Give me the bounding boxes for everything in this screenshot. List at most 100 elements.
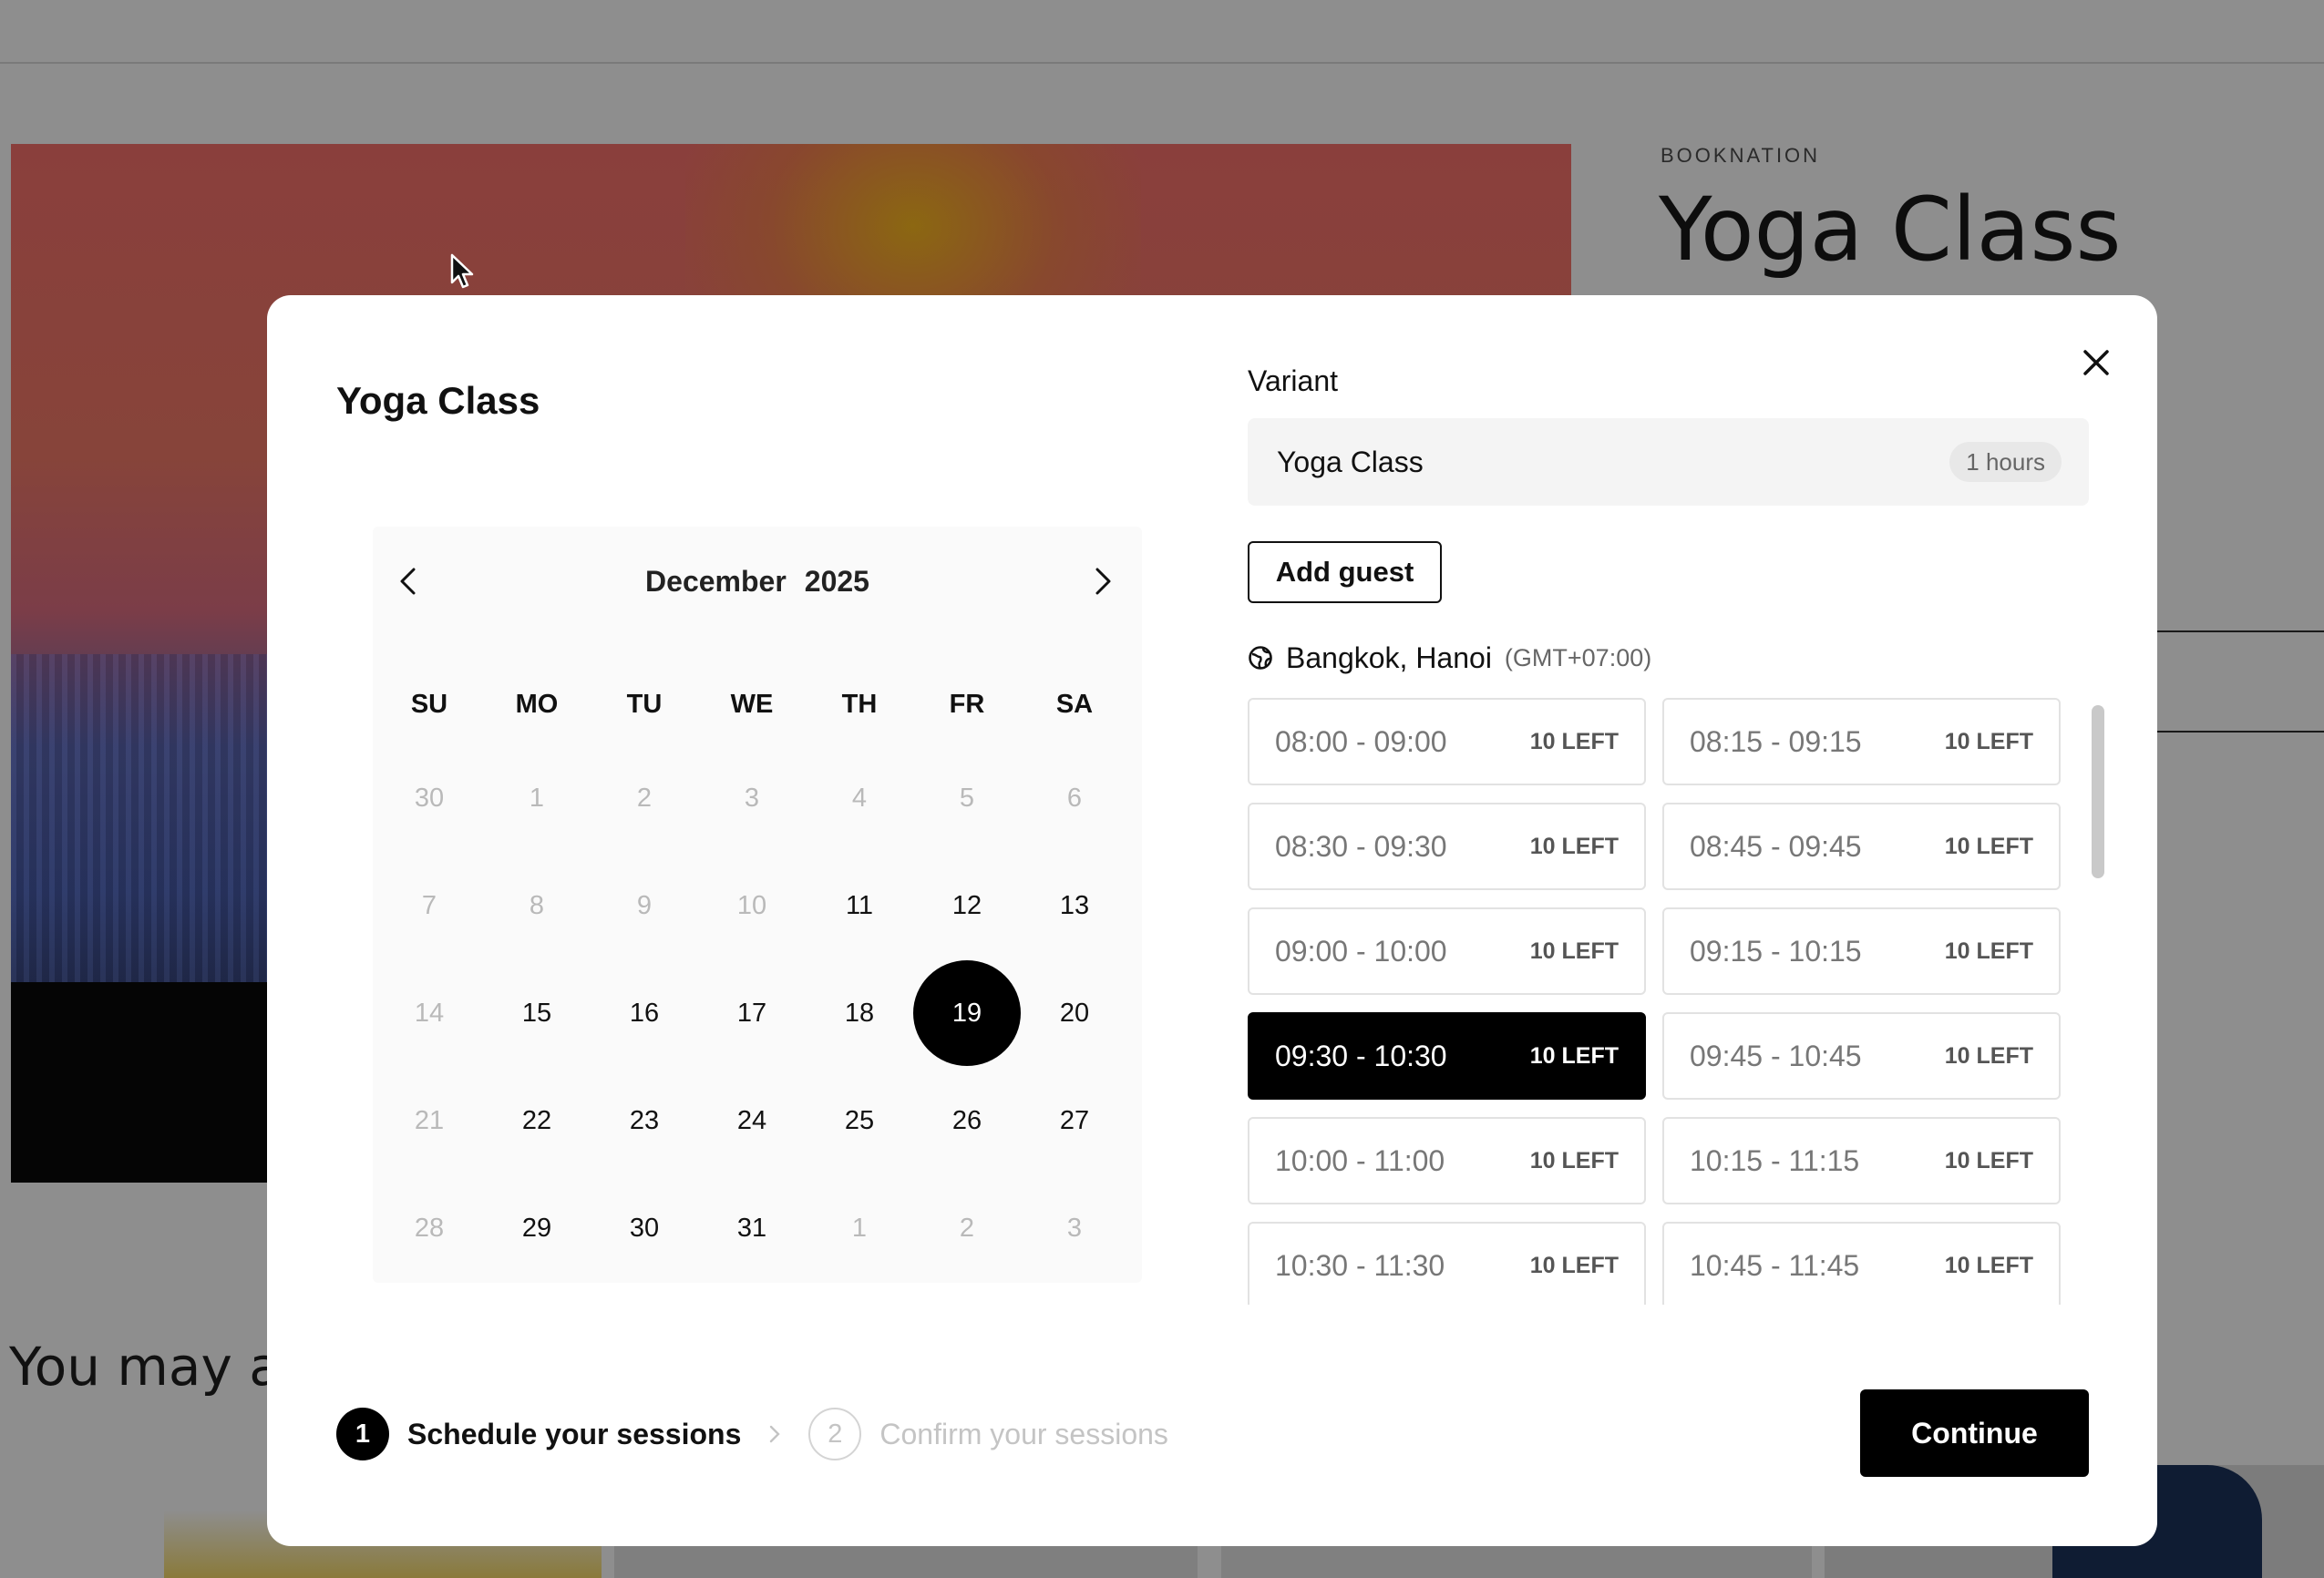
step-label-confirm: Confirm your sessions — [879, 1417, 1168, 1450]
calendar-day[interactable]: 30 — [591, 1175, 698, 1281]
calendar-day[interactable]: 26 — [913, 1068, 1021, 1173]
calendar-day-number: 18 — [844, 998, 875, 1028]
calendar-day: 21 — [375, 1068, 483, 1173]
time-slot-list[interactable]: 08:00 - 09:00 10 LEFT 08:15 - 09:15 10 LEFT… — [1248, 698, 2104, 1305]
calendar-day-number: 14 — [414, 998, 445, 1028]
calendar-day-number: 9 — [636, 890, 653, 920]
time-slot[interactable]: 09:15 - 10:15 10 LEFT — [1662, 907, 2061, 995]
slot-availability: 10 LEFT — [1944, 938, 2033, 964]
step-number: 2 — [808, 1408, 862, 1460]
calendar-day[interactable]: 29 — [483, 1175, 591, 1281]
calendar-day-number: 11 — [845, 890, 874, 920]
calendar-day-number: 30 — [414, 783, 445, 813]
calendar-day: 5 — [913, 745, 1021, 851]
calendar-day[interactable]: 20 — [1021, 960, 1128, 1066]
weekday-header: SU MO TU WE TH FR SA — [373, 681, 1142, 727]
calendar-year: 2025 — [804, 565, 869, 598]
time-slot[interactable]: 09:45 - 10:45 10 LEFT — [1662, 1012, 2061, 1100]
calendar-day-number: 20 — [1059, 998, 1090, 1028]
calendar-day-number: 7 — [421, 890, 437, 920]
calendar-day: 1 — [483, 745, 591, 851]
weekday-label: TH — [841, 690, 878, 719]
slot-time: 08:15 - 09:15 — [1690, 725, 1862, 758]
calendar-month: December — [645, 565, 787, 598]
variant-label: Variant — [1248, 364, 1339, 397]
time-slot-scrollbar[interactable] — [2090, 698, 2106, 1305]
calendar-day[interactable]: 31 — [698, 1175, 806, 1281]
calendar-day-number: 3 — [1066, 1213, 1083, 1243]
calendar-day-number: 24 — [736, 1105, 767, 1135]
calendar-day: 10 — [698, 853, 806, 958]
slot-time: 08:00 - 09:00 — [1275, 725, 1447, 758]
calendar-day[interactable]: 12 — [913, 853, 1021, 958]
weekday-label: MO — [515, 690, 559, 719]
calendar-day: 6 — [1021, 745, 1128, 851]
calendar-day[interactable]: 25 — [806, 1068, 913, 1173]
calendar-day-number: 31 — [736, 1213, 767, 1243]
calendar-day-number: 22 — [521, 1105, 552, 1135]
slot-availability: 10 LEFT — [1944, 834, 2033, 859]
calendar-day[interactable]: 27 — [1021, 1068, 1128, 1173]
calendar-day-number: 8 — [529, 890, 545, 920]
slot-availability: 10 LEFT — [1529, 729, 1619, 754]
variant-select[interactable]: Yoga Class 1 hours — [1248, 418, 2089, 506]
calendar-day: 30 — [375, 745, 483, 851]
calendar-day-number: 29 — [521, 1213, 552, 1243]
calendar-day-number: 13 — [1059, 890, 1090, 920]
time-slot-selected[interactable]: 09:30 - 10:30 10 LEFT — [1248, 1012, 1646, 1100]
chevron-right-icon — [1095, 568, 1111, 595]
calendar: December 2025 SU MO TU WE TH FR SA 30 1 2 3 4 5 6 7 8 9 1… — [373, 527, 1142, 1283]
calendar-day-number: 21 — [414, 1105, 445, 1135]
time-slot[interactable]: 09:00 - 10:00 10 LEFT — [1248, 907, 1646, 995]
calendar-day[interactable]: 18 — [806, 960, 913, 1066]
calendar-day: 14 — [375, 960, 483, 1066]
calendar-day: 8 — [483, 853, 591, 958]
add-guest-button[interactable]: Add guest — [1248, 541, 1442, 603]
calendar-day: 1 — [806, 1175, 913, 1281]
calendar-day: 9 — [591, 853, 698, 958]
time-slot[interactable]: 10:30 - 11:30 10 LEFT — [1248, 1222, 1646, 1305]
calendar-day-number: 3 — [744, 783, 760, 813]
next-month-button[interactable] — [1075, 554, 1129, 609]
calendar-day[interactable]: 23 — [591, 1068, 698, 1173]
divider — [2154, 731, 2324, 733]
slot-time: 09:00 - 10:00 — [1275, 935, 1447, 968]
slot-time: 10:15 - 11:15 — [1690, 1144, 1860, 1177]
time-slot[interactable]: 08:30 - 09:30 10 LEFT — [1248, 803, 1646, 890]
calendar-day[interactable]: 15 — [483, 960, 591, 1066]
time-slot[interactable]: 10:45 - 11:45 10 LEFT — [1662, 1222, 2061, 1305]
calendar-day-selected[interactable]: 19 — [913, 960, 1021, 1066]
slot-time: 10:45 - 11:45 — [1690, 1249, 1860, 1282]
calendar-day[interactable]: 11 — [806, 853, 913, 958]
calendar-day[interactable]: 16 — [591, 960, 698, 1066]
time-slot[interactable]: 08:00 - 09:00 10 LEFT — [1248, 698, 1646, 785]
calendar-day: 28 — [375, 1175, 483, 1281]
close-button[interactable] — [2074, 341, 2118, 384]
calendar-day[interactable]: 22 — [483, 1068, 591, 1173]
time-slot[interactable]: 08:15 - 09:15 10 LEFT — [1662, 698, 2061, 785]
calendar-day-number: 5 — [959, 783, 975, 813]
calendar-day[interactable]: 24 — [698, 1068, 806, 1173]
calendar-day-number: 2 — [636, 783, 653, 813]
scrollbar-thumb[interactable] — [2092, 705, 2104, 878]
time-slot[interactable]: 10:00 - 11:00 10 LEFT — [1248, 1117, 1646, 1204]
calendar-day[interactable]: 13 — [1021, 853, 1128, 958]
calendar-heading: December 2025 — [373, 552, 1142, 610]
slot-availability: 10 LEFT — [1944, 1253, 2033, 1278]
calendar-day: 2 — [591, 745, 698, 851]
slot-availability: 10 LEFT — [1944, 729, 2033, 754]
calendar-day: 7 — [375, 853, 483, 958]
time-slot[interactable]: 10:15 - 11:15 10 LEFT — [1662, 1117, 2061, 1204]
calendar-day-number: 2 — [959, 1213, 975, 1243]
timezone-selector[interactable]: Bangkok, Hanoi (GMT+07:00) — [1248, 636, 1651, 680]
calendar-day[interactable]: 17 — [698, 960, 806, 1066]
continue-button[interactable]: Continue — [1860, 1389, 2089, 1477]
chevron-right-icon — [770, 1425, 781, 1443]
calendar-day-number: 25 — [844, 1105, 875, 1135]
time-slot[interactable]: 08:45 - 09:45 10 LEFT — [1662, 803, 2061, 890]
slot-time: 09:30 - 10:30 — [1275, 1040, 1447, 1072]
slot-time: 08:30 - 09:30 — [1275, 830, 1447, 863]
timezone-city: Bangkok, Hanoi — [1286, 640, 1492, 674]
background-header — [0, 0, 2324, 64]
product-vendor: BOOKNATION — [1661, 144, 1821, 167]
